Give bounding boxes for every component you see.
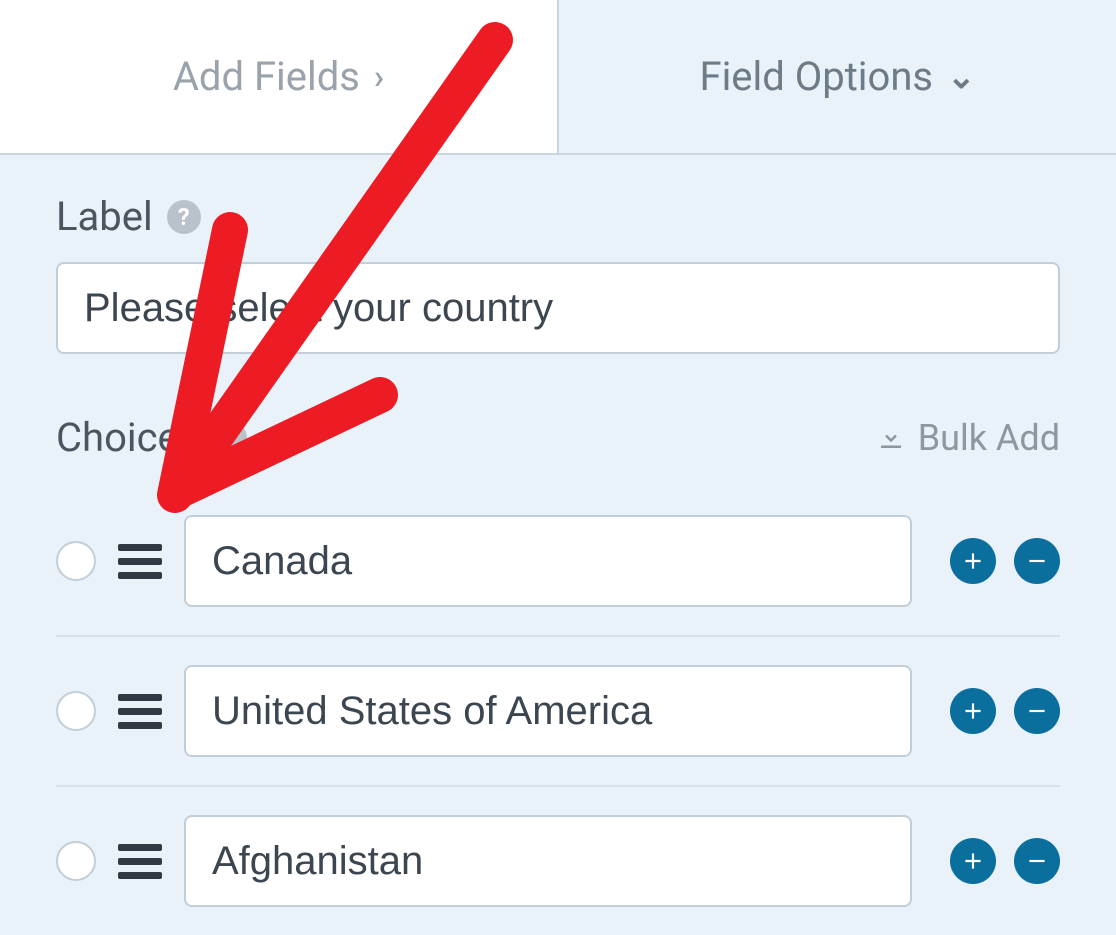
drag-handle-icon[interactable]: [116, 540, 164, 583]
choices-header: Choices ? Bulk Add: [56, 414, 1060, 461]
choices-title: Choices: [56, 414, 199, 461]
choice-default-radio[interactable]: [56, 841, 96, 881]
choice-row: [56, 637, 1060, 787]
choice-input[interactable]: [184, 515, 912, 607]
label-section-header: Label ?: [56, 193, 1060, 240]
choice-row: [56, 787, 1060, 935]
choice-input[interactable]: [184, 815, 912, 907]
minus-icon: [1024, 848, 1050, 874]
choice-row: [56, 487, 1060, 637]
choice-default-radio[interactable]: [56, 691, 96, 731]
choice-input[interactable]: [184, 665, 912, 757]
minus-icon: [1024, 698, 1050, 724]
bulk-add-label: Bulk Add: [918, 417, 1060, 459]
plus-icon: [960, 698, 986, 724]
add-choice-button[interactable]: [950, 838, 996, 884]
tab-add-fields[interactable]: Add Fields ›: [0, 0, 559, 153]
field-options-panel: Label ? Choices ? Bulk Add: [0, 155, 1116, 935]
tab-field-options[interactable]: Field Options ⌄: [559, 0, 1116, 153]
remove-choice-button[interactable]: [1014, 688, 1060, 734]
add-choice-button[interactable]: [950, 538, 996, 584]
plus-icon: [960, 848, 986, 874]
label-input[interactable]: [56, 262, 1060, 354]
drag-handle-icon[interactable]: [116, 840, 164, 883]
remove-choice-button[interactable]: [1014, 538, 1060, 584]
label-title: Label: [56, 193, 153, 240]
download-icon: [876, 423, 906, 453]
tab-field-options-label: Field Options: [699, 53, 933, 100]
help-icon[interactable]: ?: [167, 200, 201, 234]
bulk-add-button[interactable]: Bulk Add: [876, 417, 1060, 459]
minus-icon: [1024, 548, 1050, 574]
tab-add-fields-label: Add Fields: [173, 53, 360, 100]
drag-handle-icon[interactable]: [116, 690, 164, 733]
help-icon[interactable]: ?: [213, 421, 247, 455]
remove-choice-button[interactable]: [1014, 838, 1060, 884]
chevron-down-icon: ⌄: [947, 57, 976, 97]
choice-default-radio[interactable]: [56, 541, 96, 581]
add-choice-button[interactable]: [950, 688, 996, 734]
tab-bar: Add Fields › Field Options ⌄: [0, 0, 1116, 155]
plus-icon: [960, 548, 986, 574]
chevron-right-icon: ›: [374, 57, 384, 97]
